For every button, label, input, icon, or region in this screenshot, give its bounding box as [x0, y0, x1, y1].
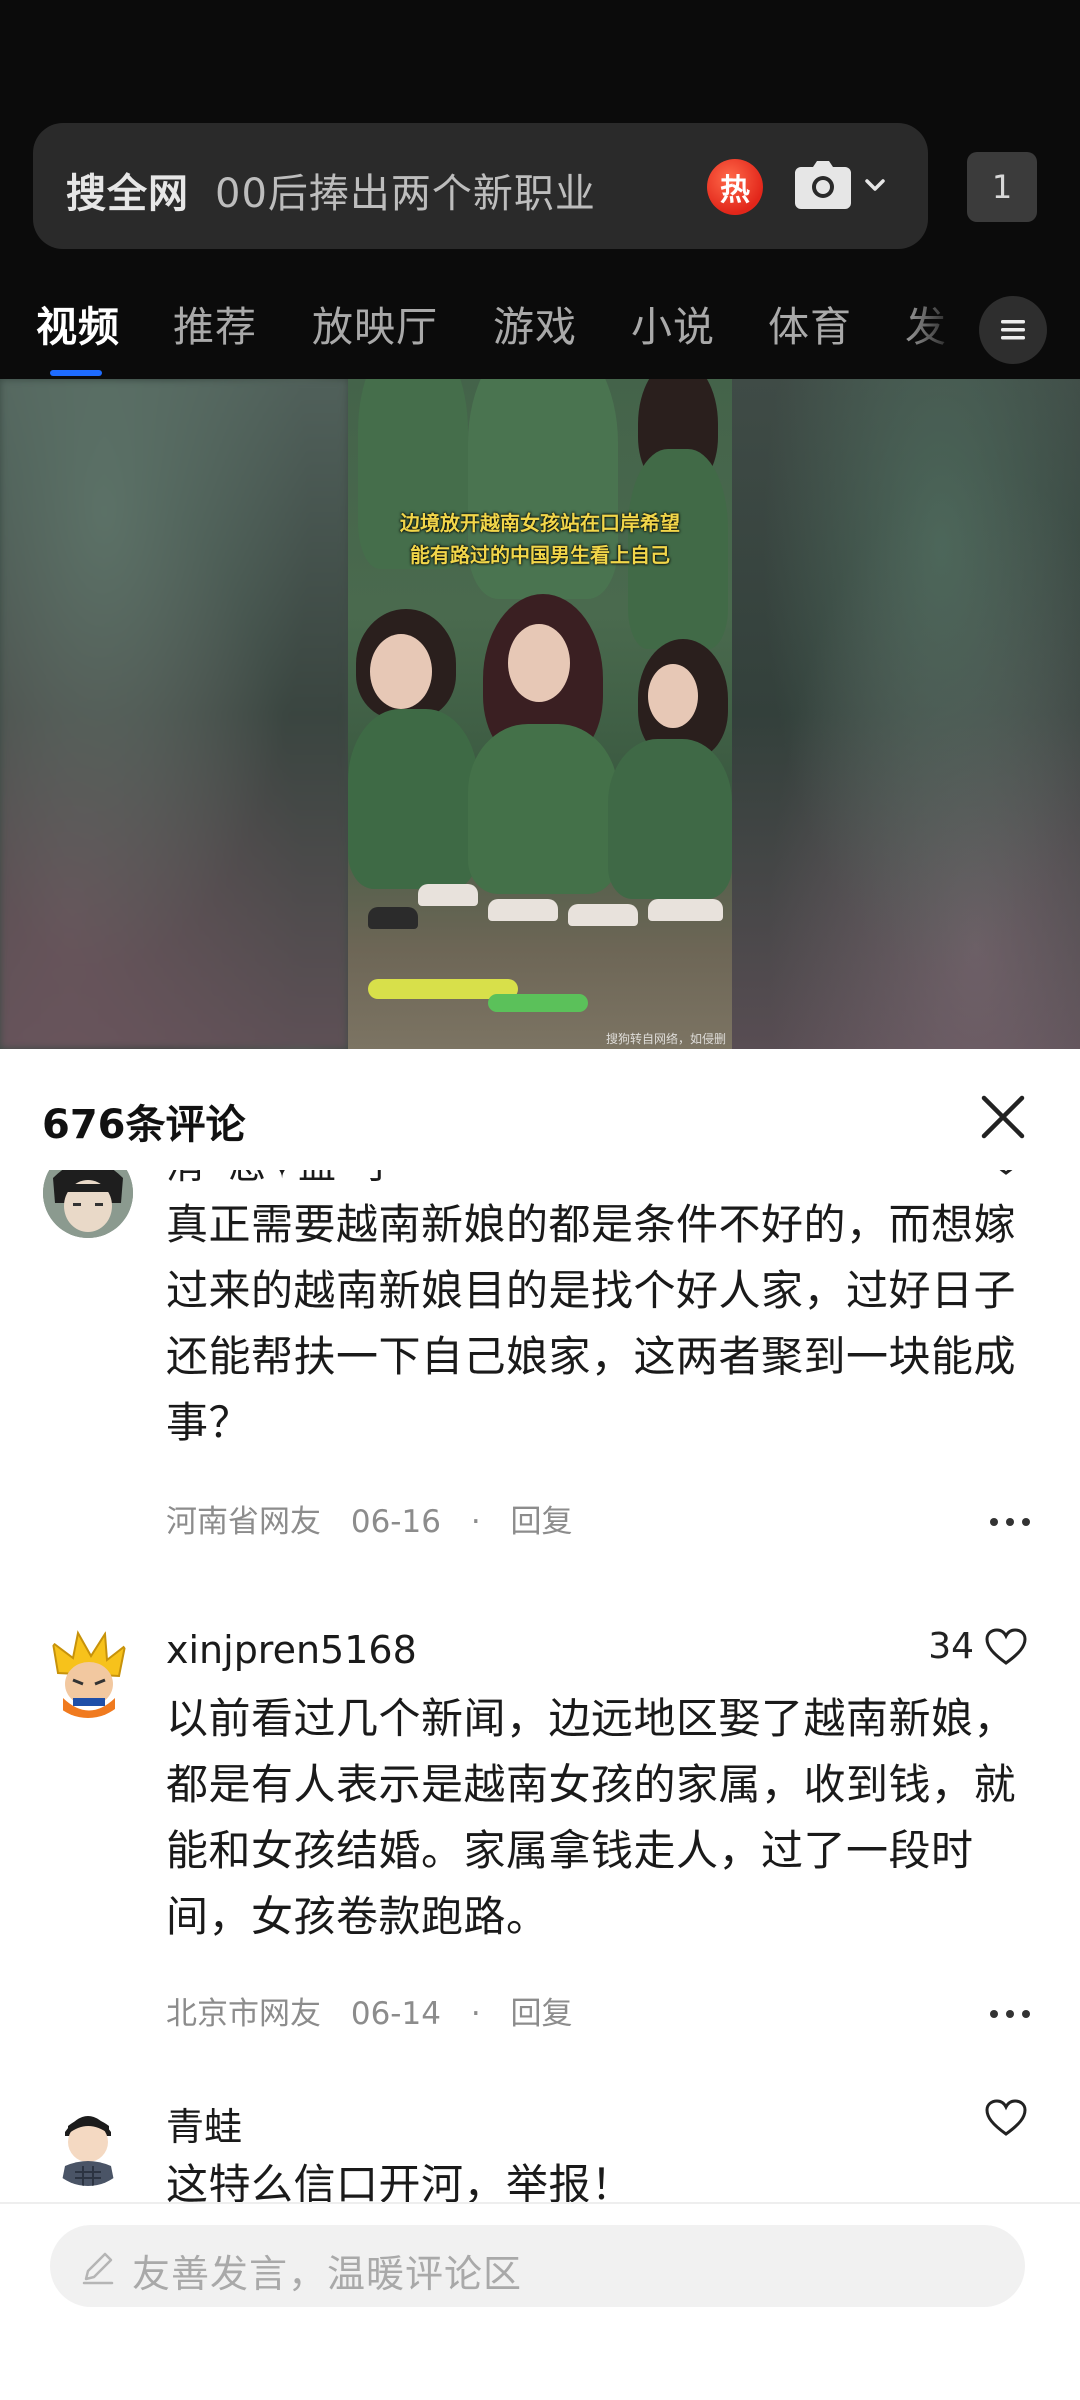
comments-sheet: 676条评论 消··忌✦盖··子 46	[0, 1049, 1080, 2400]
tab-novels[interactable]: 小说	[631, 293, 715, 353]
comment-text[interactable]: 以前看过几个新闻，边远地区娶了越南新娘，都是有人表示是越南女孩的家属，收到钱，就…	[166, 1686, 1026, 1950]
video-shoe	[418, 884, 478, 906]
meta-separator: ·	[470, 1996, 481, 2032]
video-blur-background-left	[0, 379, 348, 1049]
tab-games[interactable]: 游戏	[493, 293, 577, 353]
video-figure-face	[370, 634, 432, 709]
comment-location: 河南省网友	[166, 1504, 321, 1540]
avatar[interactable]	[43, 1628, 133, 1718]
tab-video[interactable]: 视频	[36, 293, 120, 353]
pen-icon	[82, 2252, 114, 2285]
reply-button[interactable]: 回复	[511, 1996, 573, 2032]
video-shoe	[568, 904, 638, 926]
comment-meta: 北京市网友 06-14 · 回复	[166, 1988, 593, 2033]
video-caption-line-1: 边境放开越南女孩站在口岸希望	[400, 511, 680, 535]
video-shoe	[648, 899, 723, 921]
search-brand: 搜全网	[66, 171, 189, 217]
like-count: 46	[928, 1170, 974, 1177]
video-caption-line-2: 能有路过的中国男生看上自己	[410, 543, 670, 567]
video-shoe	[368, 907, 418, 929]
comment-date: 06-14	[350, 1996, 441, 2032]
video-shoe	[488, 899, 558, 921]
video-figure-face	[648, 664, 698, 728]
video-figure	[348, 709, 478, 889]
comment-meta: 河南省网友 06-16 · 回复	[166, 1496, 593, 1541]
video-bottles	[488, 994, 588, 1012]
tab-sports[interactable]: 体育	[768, 293, 852, 353]
video-figure	[468, 724, 618, 894]
video-player[interactable]: 边境放开越南女孩站在口岸希望 能有路过的中国男生看上自己 搜狗转自网络，如侵删	[0, 379, 1080, 1049]
comment-input[interactable]: 友善发言，温暖评论区	[50, 2225, 1025, 2307]
tab-count-button[interactable]: 1	[967, 152, 1037, 222]
more-options-icon[interactable]	[990, 2010, 1030, 2022]
nav-fade	[900, 293, 960, 363]
like-group[interactable]: 46	[928, 1170, 1028, 1177]
active-tab-indicator	[50, 370, 102, 376]
video-figure	[608, 739, 732, 899]
comment-text[interactable]: 真正需要越南新娘的都是条件不好的，而想嫁过来的越南新娘目的是找个好人家，过好日子…	[166, 1192, 1026, 1456]
comment-input-bar: 友善发言，温暖评论区	[0, 2202, 1080, 2400]
comment-date: 06-16	[350, 1504, 441, 1540]
like-count: 34	[928, 1626, 974, 1667]
comment-input-placeholder: 友善发言，温暖评论区	[132, 2252, 523, 2296]
top-bar: 搜全网 00后捧出两个新职业 热 1 视频 推荐 放映厅 游戏 小说 体育 发	[0, 0, 1080, 379]
video-watermark: 搜狗转自网络，如侵删	[605, 1032, 726, 1046]
comment-location: 北京市网友	[166, 1996, 321, 2032]
chevron-down-icon[interactable]	[861, 173, 889, 197]
video-frame[interactable]: 边境放开越南女孩站在口岸希望 能有路过的中国男生看上自己 搜狗转自网络，如侵删	[348, 379, 732, 1049]
tab-recommend[interactable]: 推荐	[173, 293, 257, 353]
heart-icon[interactable]	[984, 1627, 1028, 1667]
comment-text[interactable]: 这特么信口开河，举报！	[166, 2152, 1026, 2202]
comment-username[interactable]: 消··忌✦盖··子	[166, 1170, 398, 1189]
close-icon[interactable]	[978, 1092, 1028, 1142]
avatar[interactable]	[43, 1170, 133, 1238]
comment-username[interactable]: xinjpren5168	[166, 1628, 417, 1672]
heart-icon[interactable]	[984, 2098, 1028, 2138]
video-blur-background-right	[732, 379, 1080, 1049]
meta-separator: ·	[470, 1504, 481, 1540]
search-box[interactable]: 搜全网 00后捧出两个新职业 热	[33, 123, 928, 249]
comments-list[interactable]: 消··忌✦盖··子 46 真正需要越南新娘的都是条件不好的，而想嫁过来的越南新娘…	[0, 1170, 1080, 2202]
like-group[interactable]: 34	[928, 1626, 1028, 1667]
camera-icon[interactable]	[795, 161, 851, 209]
more-options-icon[interactable]	[990, 1518, 1030, 1530]
avatar[interactable]	[43, 2096, 133, 2186]
comment-username[interactable]: 青蛙	[166, 2096, 242, 2151]
video-figure-face	[508, 624, 570, 702]
video-caption: 边境放开越南女孩站在口岸希望 能有路过的中国男生看上自己	[348, 507, 732, 571]
comments-count-title: 676条评论	[42, 1102, 246, 1148]
search-query[interactable]: 00后捧出两个新职业	[215, 161, 596, 219]
hamburger-menu-icon[interactable]	[979, 296, 1047, 364]
hot-badge[interactable]: 热	[707, 159, 763, 215]
like-group[interactable]	[984, 2098, 1028, 2138]
reply-button[interactable]: 回复	[511, 1504, 573, 1540]
heart-icon[interactable]	[984, 1170, 1028, 1177]
tab-theater[interactable]: 放映厅	[312, 293, 438, 353]
